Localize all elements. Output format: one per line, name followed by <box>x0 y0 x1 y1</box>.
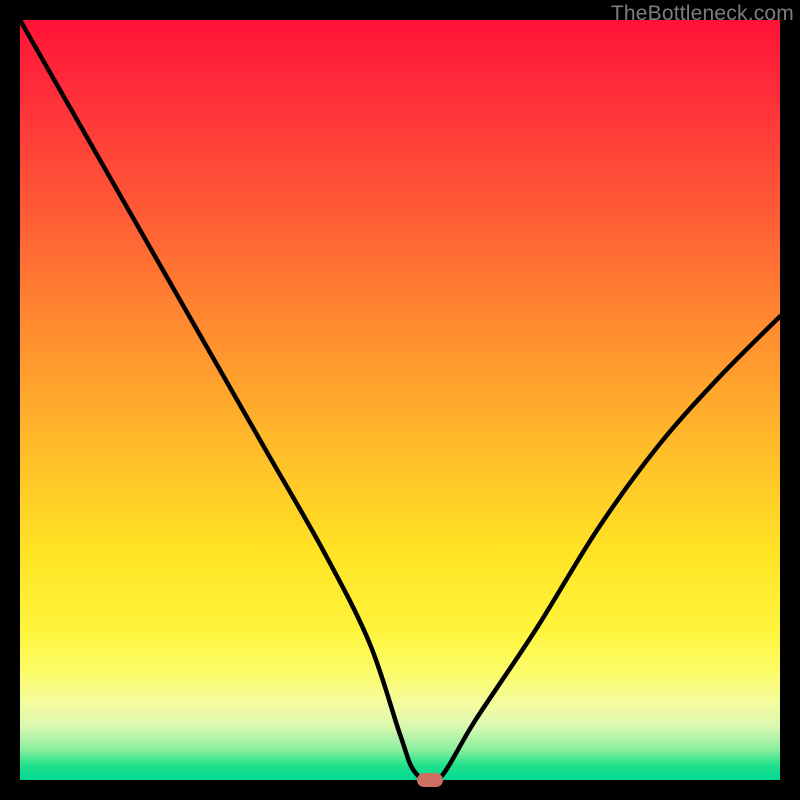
curve-path <box>20 20 780 784</box>
bottleneck-curve <box>20 20 780 780</box>
optimum-marker <box>417 773 443 787</box>
watermark-text: TheBottleneck.com <box>611 2 794 26</box>
chart-frame: TheBottleneck.com <box>0 0 800 800</box>
plot-area <box>20 20 780 780</box>
